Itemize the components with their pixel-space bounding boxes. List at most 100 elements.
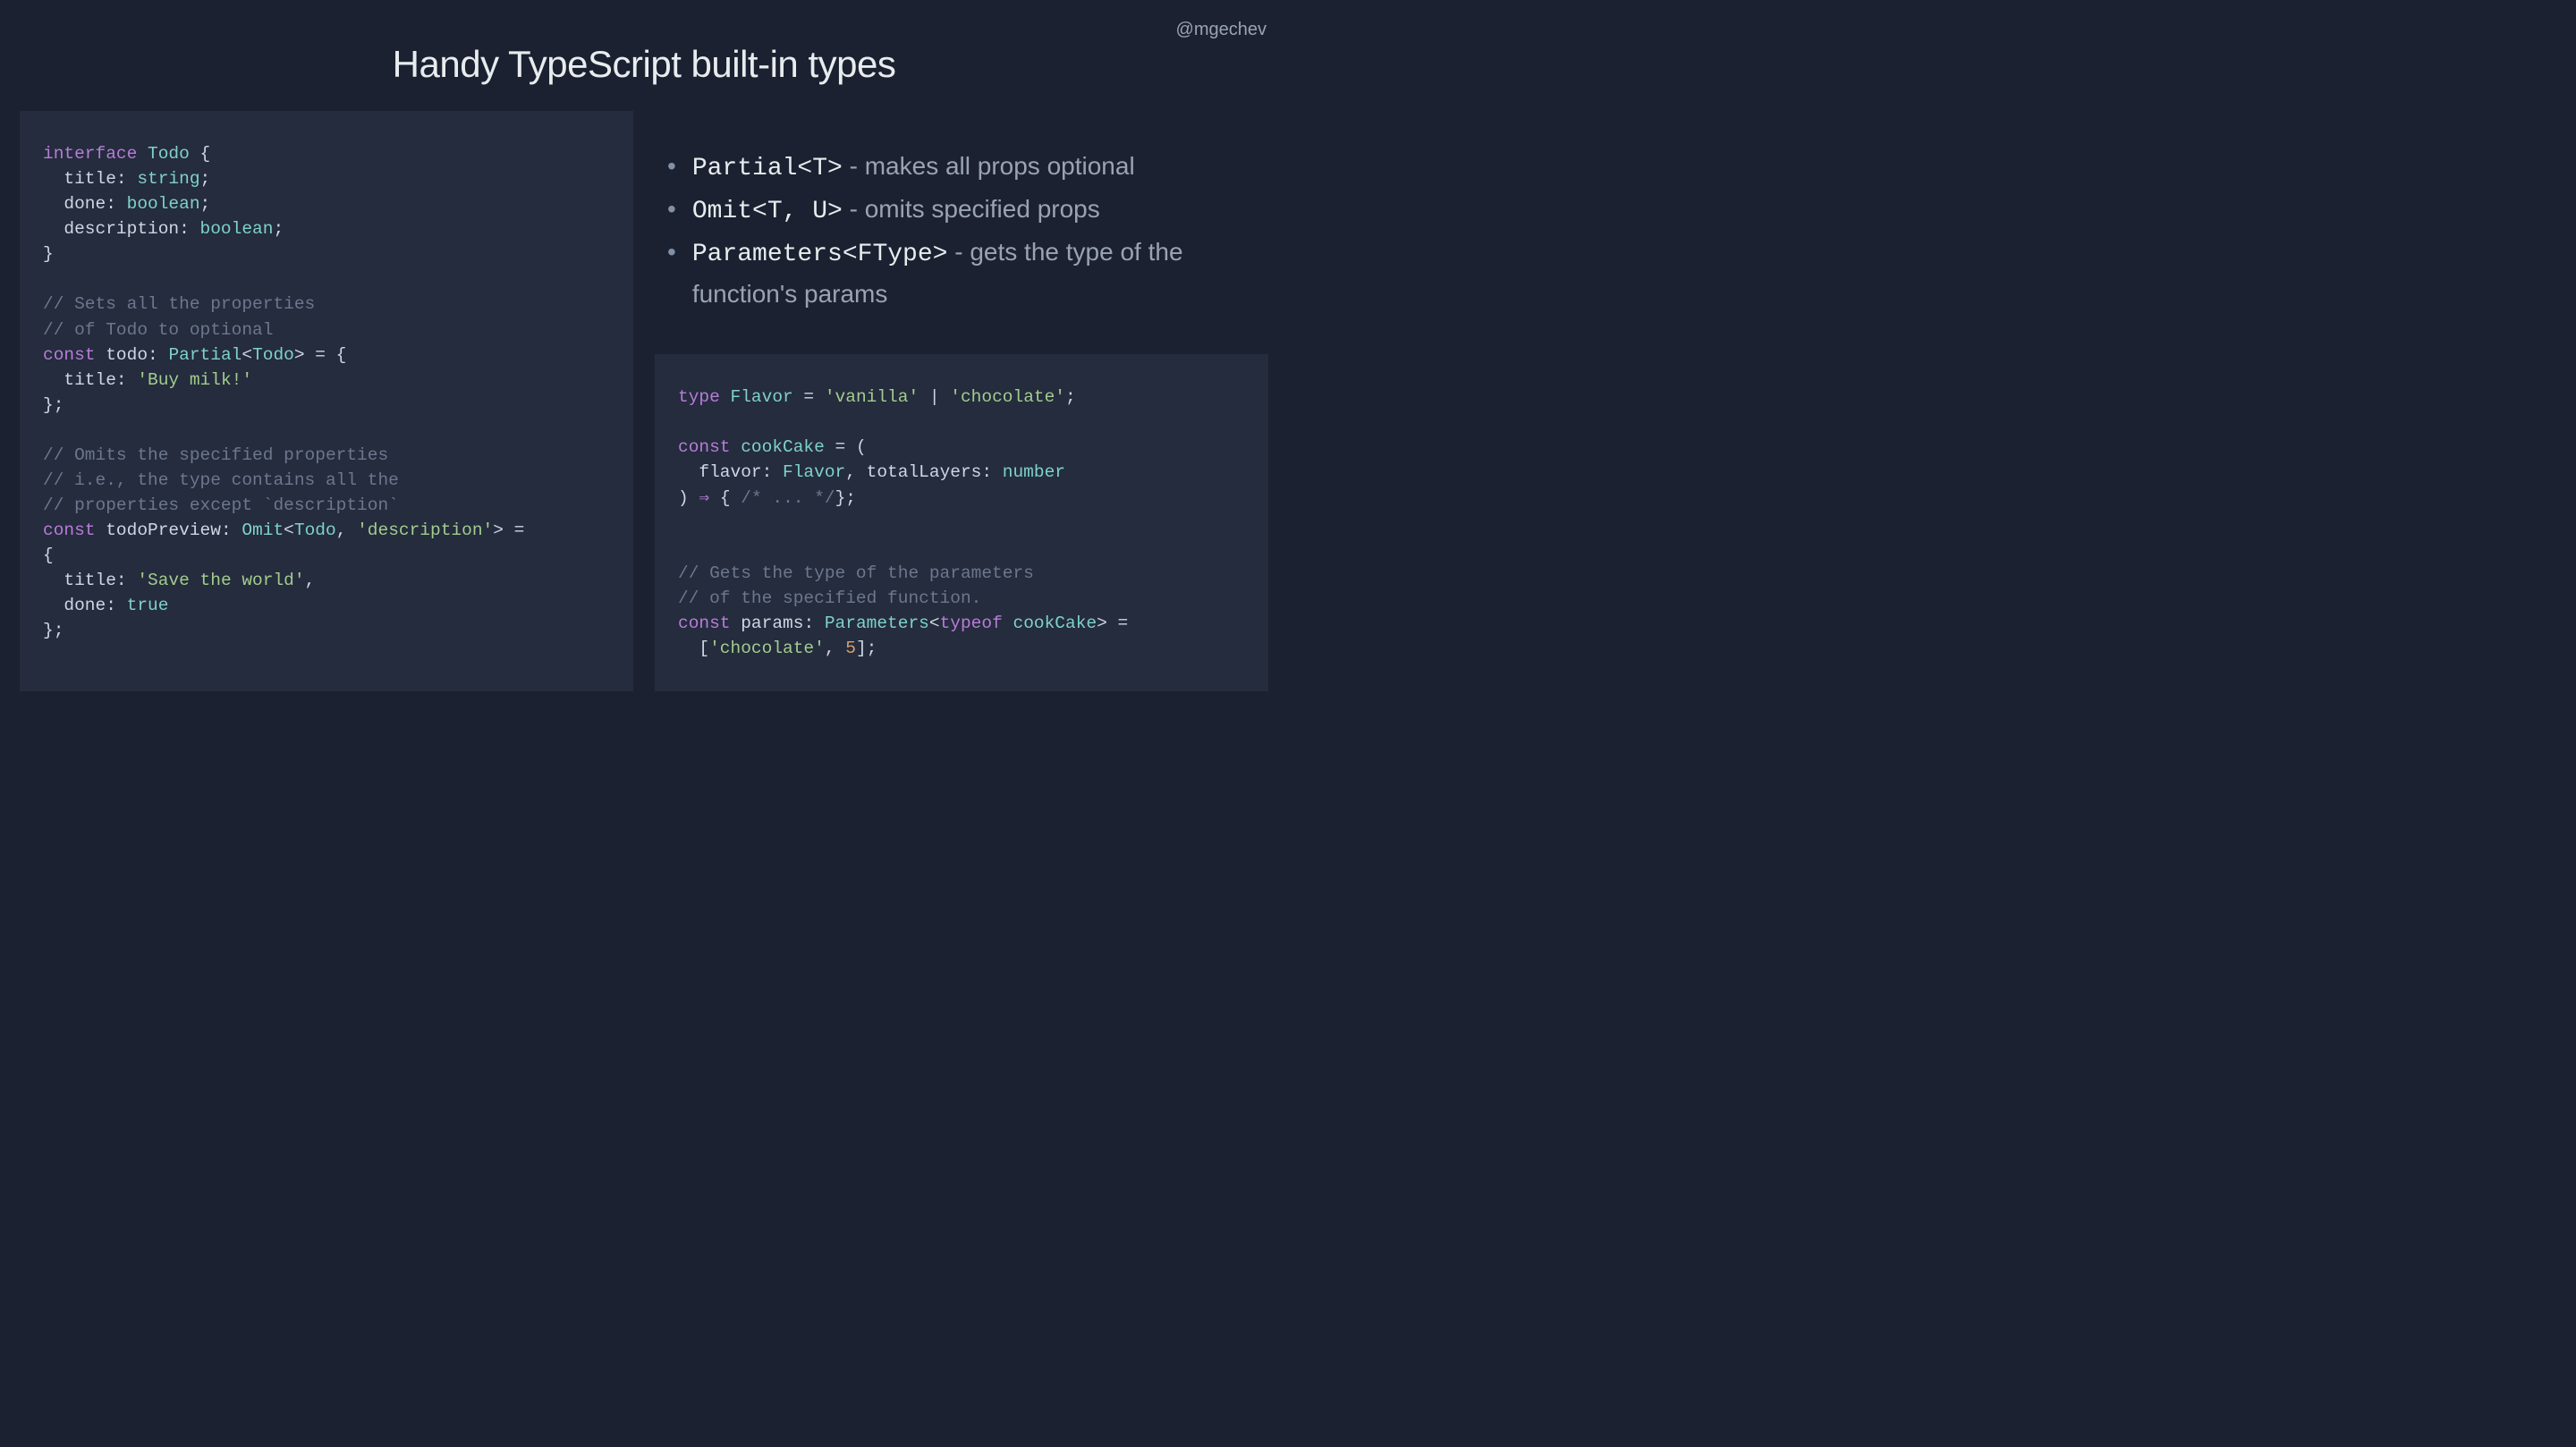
code-token: done: bbox=[43, 596, 127, 615]
bullet-desc: - makes all props optional bbox=[843, 152, 1135, 180]
code-token: Todo bbox=[252, 345, 294, 365]
code-token: true bbox=[127, 596, 169, 615]
code-token: : bbox=[148, 345, 168, 365]
code-token: | bbox=[919, 387, 950, 407]
code-token: // i.e., the type contains all the bbox=[43, 470, 399, 490]
code-block-right: type Flavor = 'vanilla' | 'chocolate'; c… bbox=[655, 354, 1268, 691]
code-block-left: interface Todo { title: string; done: bo… bbox=[20, 111, 633, 691]
code-token: < bbox=[242, 345, 252, 365]
code-token: 'chocolate' bbox=[950, 387, 1065, 407]
code-token: = bbox=[793, 387, 825, 407]
code-token: // properties except `description` bbox=[43, 495, 399, 515]
code-token bbox=[1003, 613, 1013, 633]
bullet-dot-icon: • bbox=[667, 147, 676, 190]
code-token bbox=[731, 437, 741, 457]
code-token: ⇒ bbox=[699, 488, 709, 508]
code-token: ; bbox=[200, 169, 211, 189]
code-token: : bbox=[221, 520, 242, 540]
bullet-desc: - omits specified props bbox=[843, 195, 1100, 223]
code-token: type bbox=[678, 387, 720, 407]
code-token: cookCake bbox=[1013, 613, 1097, 633]
code-token: // Sets all the properties bbox=[43, 294, 315, 314]
code-token: > = { bbox=[294, 345, 347, 365]
code-token: = ( bbox=[825, 437, 867, 457]
code-token: 'description' bbox=[357, 520, 493, 540]
bullet-code: Parameters<FType> bbox=[692, 241, 948, 268]
code-token: boolean bbox=[127, 194, 200, 214]
code-token: }; bbox=[43, 395, 64, 415]
code-token: [ bbox=[678, 639, 709, 658]
bullet-item: • Partial<T> - makes all props optional bbox=[667, 147, 1256, 190]
code-token: todoPreview bbox=[106, 520, 221, 540]
code-token: < bbox=[929, 613, 940, 633]
code-token bbox=[731, 613, 741, 633]
code-token: Flavor bbox=[731, 387, 793, 407]
code-token: string bbox=[137, 169, 199, 189]
code-token: flavor: bbox=[678, 462, 783, 482]
code-token: Parameters bbox=[825, 613, 929, 633]
code-token: description: bbox=[43, 219, 200, 239]
code-token: interface bbox=[43, 144, 137, 164]
code-token: // of the specified function. bbox=[678, 588, 981, 608]
code-token: Flavor bbox=[783, 462, 845, 482]
code-token: 'vanilla' bbox=[825, 387, 919, 407]
code-token: done: bbox=[43, 194, 127, 214]
code-token: params bbox=[741, 613, 803, 633]
bullet-list: • Partial<T> - makes all props optional • O… bbox=[655, 111, 1268, 333]
code-token: { bbox=[709, 488, 741, 508]
code-token: Todo bbox=[148, 144, 190, 164]
code-token: Omit bbox=[242, 520, 284, 540]
code-token bbox=[96, 345, 106, 365]
code-token: boolean bbox=[200, 219, 274, 239]
bullet-code: Partial<T> bbox=[692, 155, 843, 182]
code-token: ; bbox=[273, 219, 284, 239]
code-token bbox=[137, 144, 148, 164]
code-token: todo bbox=[106, 345, 148, 365]
bullet-dot-icon: • bbox=[667, 190, 676, 233]
code-token bbox=[96, 520, 106, 540]
code-token: > = bbox=[493, 520, 524, 540]
code-token: const bbox=[678, 613, 731, 633]
code-token: , bbox=[305, 571, 316, 590]
code-token: cookCake bbox=[741, 437, 825, 457]
code-token: { bbox=[43, 546, 54, 565]
code-token: 'chocolate' bbox=[709, 639, 825, 658]
bullet-item: • Omit<T, U> - omits specified props bbox=[667, 190, 1256, 233]
code-token: Todo bbox=[294, 520, 336, 540]
author-handle: @mgechev bbox=[1176, 20, 1267, 40]
code-token: , bbox=[336, 520, 357, 540]
bullet-code: Omit<T, U> bbox=[692, 198, 843, 225]
code-token: Partial bbox=[168, 345, 242, 365]
code-token: 'Save the world' bbox=[137, 571, 304, 590]
code-token: number bbox=[1003, 462, 1065, 482]
code-token: > = bbox=[1097, 613, 1128, 633]
code-token: title: bbox=[43, 370, 137, 390]
code-token: /* ... */ bbox=[741, 488, 835, 508]
code-token: title: bbox=[43, 571, 137, 590]
code-token: // Gets the type of the parameters bbox=[678, 563, 1034, 583]
code-token: , bbox=[825, 639, 845, 658]
content-grid: interface Todo { title: string; done: bo… bbox=[0, 111, 1288, 711]
code-token: 5 bbox=[845, 639, 856, 658]
code-token: ; bbox=[1065, 387, 1076, 407]
code-token: }; bbox=[43, 621, 64, 640]
code-token: const bbox=[43, 345, 96, 365]
right-column: • Partial<T> - makes all props optional • O… bbox=[655, 111, 1268, 691]
code-token: 'Buy milk!' bbox=[137, 370, 252, 390]
code-token: // of Todo to optional bbox=[43, 320, 273, 340]
code-token: , totalLayers: bbox=[845, 462, 1003, 482]
code-token: title: bbox=[43, 169, 137, 189]
bullet-item: •Parameters<FType> - gets the type of th… bbox=[667, 233, 1256, 316]
page-title: Handy TypeScript built-in types bbox=[0, 0, 1288, 111]
code-token: // Omits the specified properties bbox=[43, 445, 388, 465]
code-token: : bbox=[803, 613, 824, 633]
code-token: }; bbox=[835, 488, 856, 508]
code-token: typeof bbox=[940, 613, 1003, 633]
code-token: const bbox=[678, 437, 731, 457]
code-token: ]; bbox=[856, 639, 877, 658]
code-token bbox=[720, 387, 731, 407]
code-token: const bbox=[43, 520, 96, 540]
bullet-dot-icon: • bbox=[667, 233, 676, 316]
code-token: < bbox=[284, 520, 294, 540]
code-token: ; bbox=[200, 194, 211, 214]
